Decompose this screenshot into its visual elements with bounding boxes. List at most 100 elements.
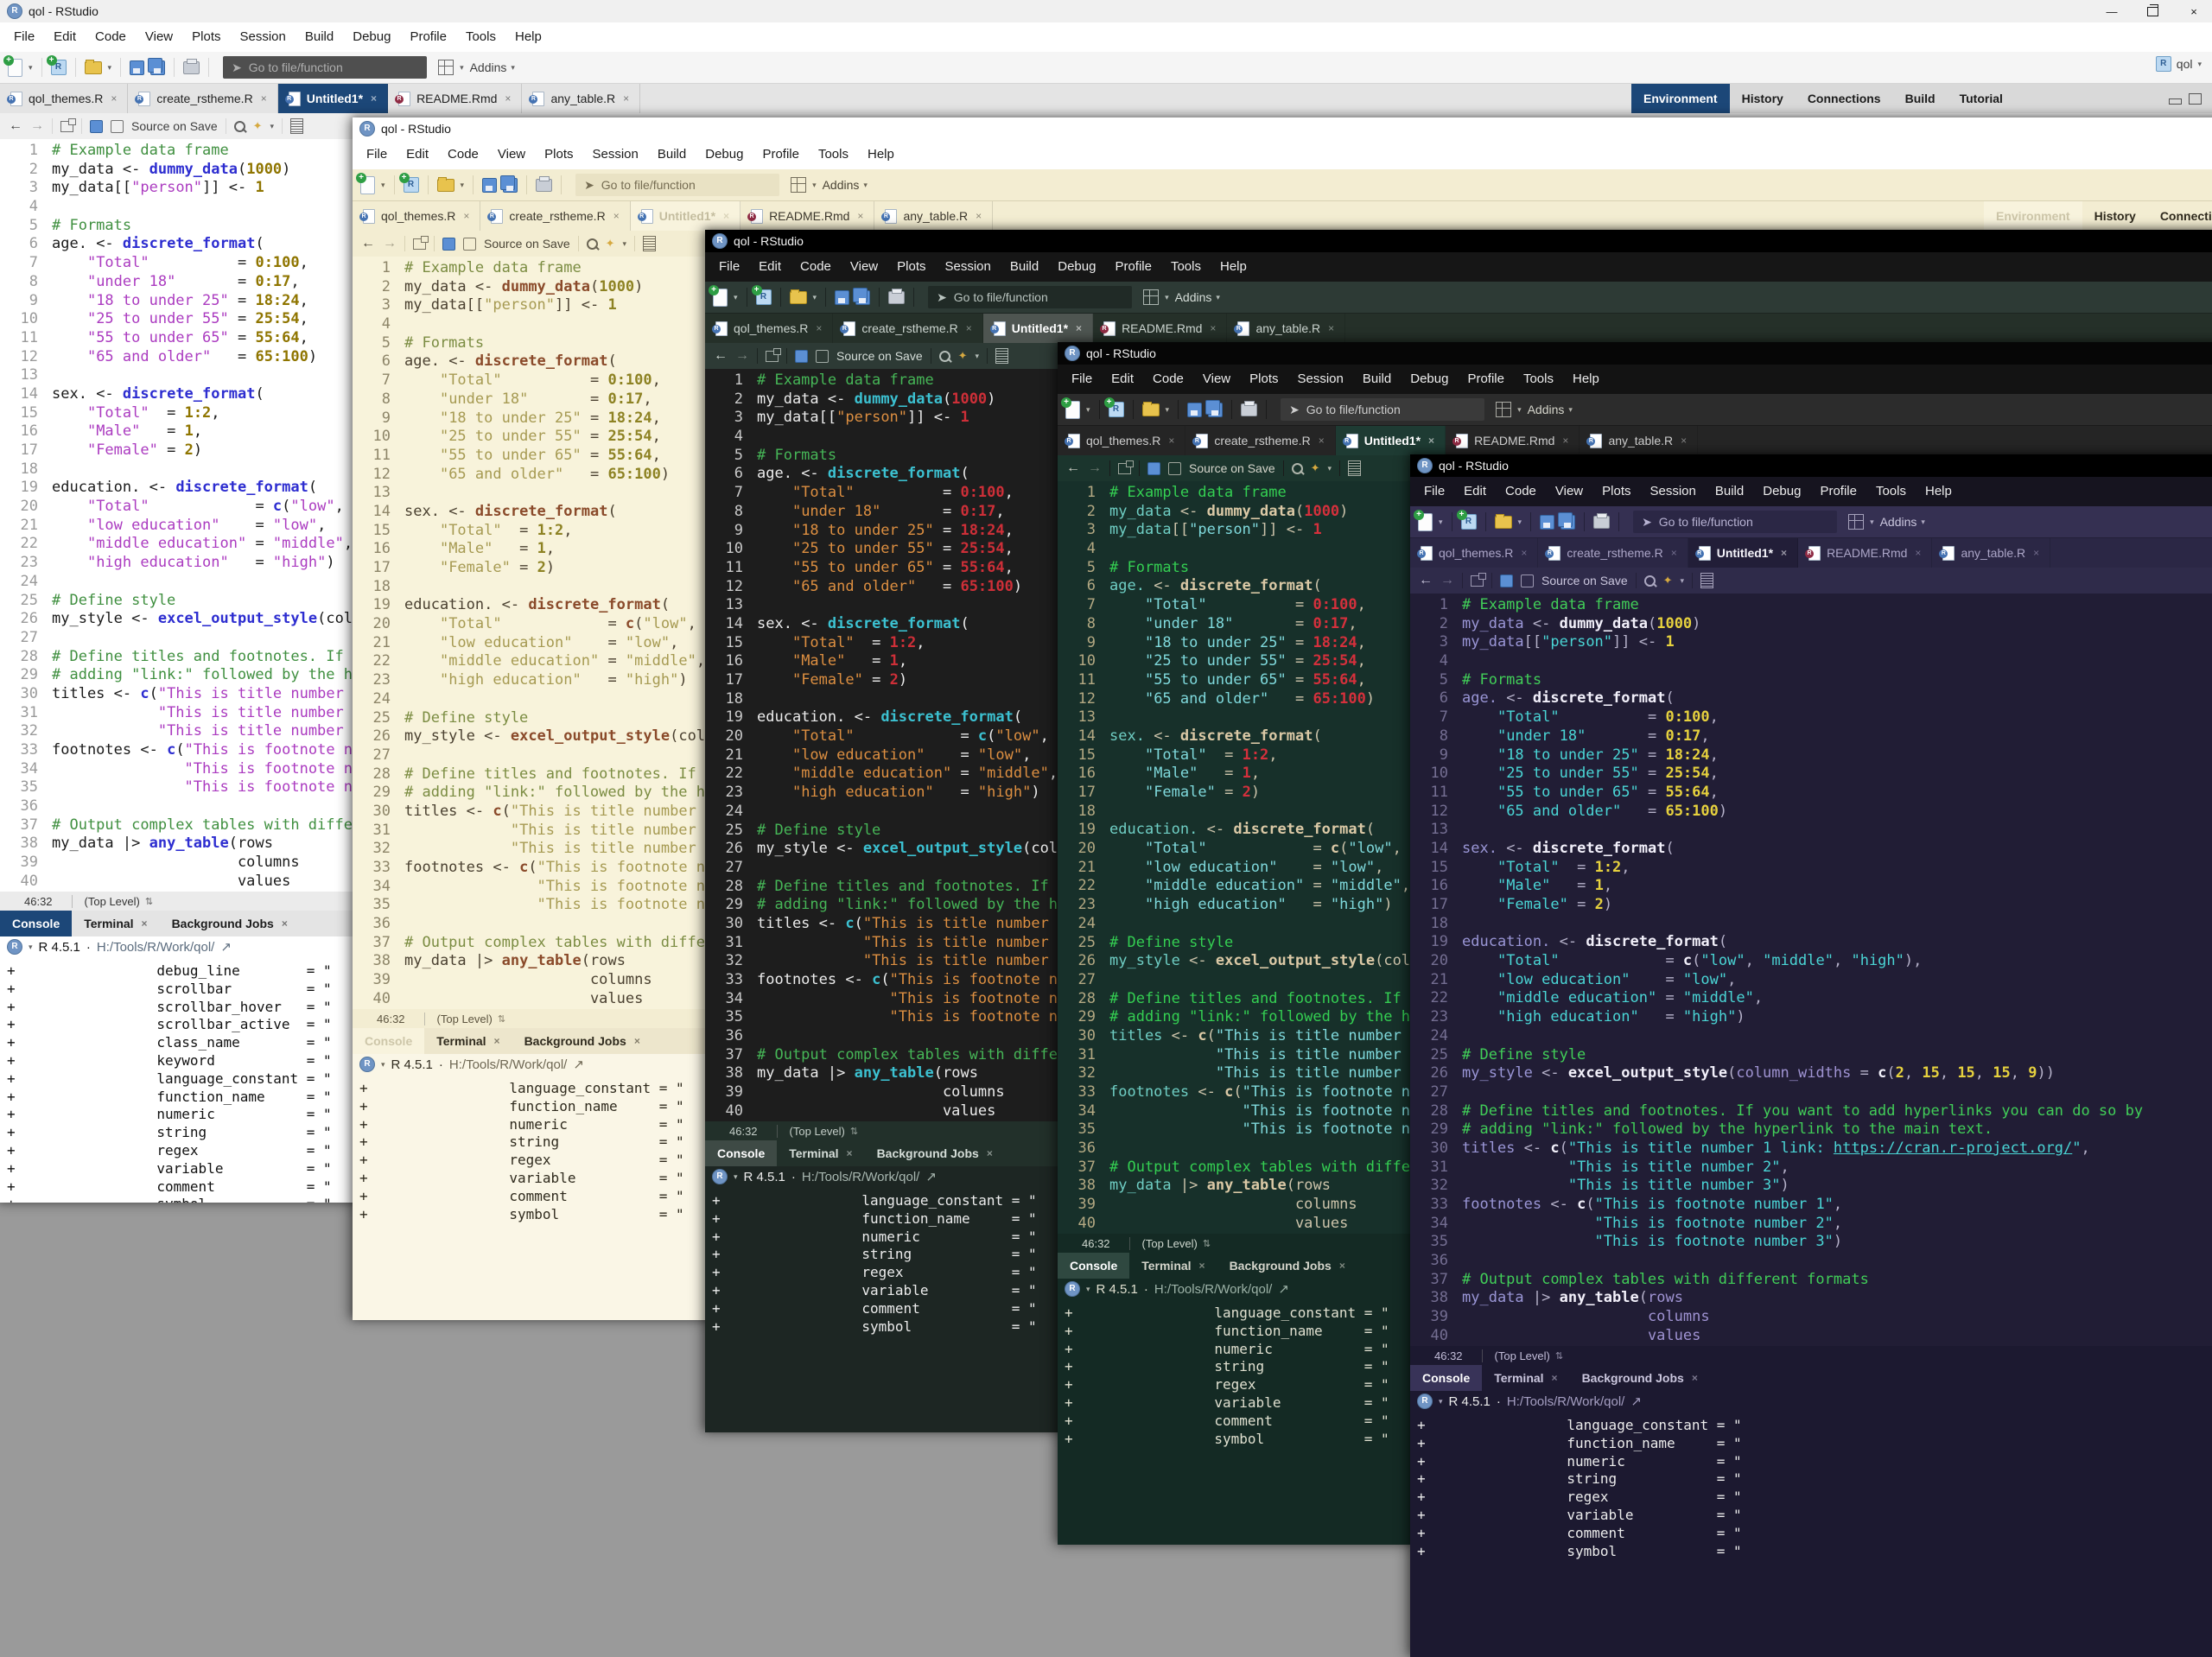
menu-item-debug[interactable]: Debug: [343, 22, 400, 52]
close-icon[interactable]: ×: [1671, 547, 1677, 559]
code-tools-caret-icon[interactable]: ▾: [1681, 576, 1685, 586]
menu-item-profile[interactable]: Profile: [753, 140, 809, 169]
menu-item-plots[interactable]: Plots: [1240, 365, 1287, 394]
close-icon[interactable]: ×: [1552, 1372, 1558, 1384]
code-tools-caret-icon[interactable]: ▾: [1328, 464, 1332, 473]
tab-qol-themes-r[interactable]: Rqol_themes.R×: [353, 201, 480, 231]
compile-notebook-icon[interactable]: [643, 236, 656, 251]
search-icon[interactable]: [587, 238, 598, 250]
pane-layout-caret-icon[interactable]: ▾: [812, 181, 817, 190]
menu-item-edit[interactable]: Edit: [44, 22, 86, 52]
forward-button[interactable]: →: [383, 237, 397, 251]
close-icon[interactable]: ×: [371, 92, 377, 105]
save-all-button[interactable]: [150, 60, 165, 75]
open-in-new-window-button[interactable]: [766, 351, 779, 362]
menu-item-help[interactable]: Help: [505, 22, 551, 52]
tab-create-rstheme-r[interactable]: Rcreate_rstheme.R×: [833, 314, 982, 343]
back-button[interactable]: ←: [9, 119, 22, 133]
tab-qol-themes-r[interactable]: Rqol_themes.R×: [0, 84, 128, 113]
menu-item-build[interactable]: Build: [1706, 477, 1753, 506]
menu-item-help[interactable]: Help: [1211, 252, 1256, 282]
menu-item-view[interactable]: View: [841, 252, 887, 282]
console-tab-background-jobs[interactable]: Background Jobs×: [1217, 1253, 1357, 1279]
menu-item-plots[interactable]: Plots: [535, 140, 582, 169]
save-source-button[interactable]: [90, 120, 103, 133]
menu-item-plots[interactable]: Plots: [182, 22, 230, 52]
addins-dropdown[interactable]: Addins ▾: [1175, 290, 1220, 304]
restore-button[interactable]: [2147, 7, 2158, 16]
menu-item-view[interactable]: View: [1193, 365, 1240, 394]
save-source-button[interactable]: [795, 350, 808, 363]
console-tab-terminal[interactable]: Terminal×: [1129, 1253, 1217, 1279]
code-tools-caret-icon[interactable]: ▾: [270, 122, 275, 131]
save-button[interactable]: [835, 290, 849, 305]
pane-layout-caret-icon[interactable]: ▾: [460, 63, 464, 73]
menu-item-edit[interactable]: Edit: [1102, 365, 1143, 394]
console-tab-console[interactable]: Console: [1410, 1365, 1482, 1391]
menu-item-profile[interactable]: Profile: [1105, 252, 1161, 282]
close-icon[interactable]: ×: [966, 322, 972, 334]
close-icon[interactable]: ×: [1076, 322, 1082, 334]
close-icon[interactable]: ×: [282, 917, 288, 930]
close-icon[interactable]: ×: [1562, 435, 1568, 447]
menu-item-session[interactable]: Session: [231, 22, 296, 52]
goto-file-input[interactable]: ➤ Go to file/function: [1281, 398, 1484, 421]
pane-tab-history[interactable]: History: [2082, 201, 2148, 231]
addins-dropdown[interactable]: Addins ▾: [823, 178, 868, 192]
console-tab-console[interactable]: Console: [1058, 1253, 1129, 1279]
close-button[interactable]: ×: [2188, 5, 2200, 18]
close-icon[interactable]: ×: [857, 210, 863, 222]
new-file-caret-icon[interactable]: ▾: [1439, 517, 1443, 527]
close-icon[interactable]: ×: [1521, 547, 1527, 559]
code-tools-wand-icon[interactable]: ✦: [606, 237, 615, 251]
project-menu-button[interactable]: R qol ▾: [2156, 56, 2202, 72]
source-on-save-checkbox[interactable]: [1521, 575, 1534, 587]
close-icon[interactable]: ×: [1692, 1372, 1698, 1384]
menu-item-file[interactable]: File: [4, 22, 44, 52]
menu-item-build[interactable]: Build: [648, 140, 696, 169]
close-icon[interactable]: ×: [613, 210, 620, 222]
console-tab-console[interactable]: Console: [353, 1028, 424, 1054]
menu-item-build[interactable]: Build: [1353, 365, 1401, 394]
code-tools-wand-icon[interactable]: ✦: [253, 119, 263, 133]
console-tab-terminal[interactable]: Terminal×: [72, 911, 159, 936]
menu-item-view[interactable]: View: [1546, 477, 1592, 506]
tab-any-table-r[interactable]: Rany_table.R×: [522, 84, 640, 113]
compile-notebook-icon[interactable]: [995, 348, 1008, 364]
new-file-caret-icon[interactable]: ▾: [381, 181, 385, 190]
maximize-pane-icon[interactable]: [2189, 93, 2202, 105]
new-project-button[interactable]: R: [1109, 402, 1124, 417]
menu-item-code[interactable]: Code: [86, 22, 136, 52]
open-in-new-window-button[interactable]: [60, 121, 73, 132]
menu-item-code[interactable]: Code: [1143, 365, 1193, 394]
forward-button[interactable]: →: [735, 349, 749, 363]
pane-layout-button[interactable]: [438, 60, 454, 75]
menu-item-file[interactable]: File: [1062, 365, 1102, 394]
new-project-button[interactable]: R: [51, 60, 67, 75]
open-file-caret-icon[interactable]: ▾: [1518, 517, 1522, 527]
menu-item-debug[interactable]: Debug: [1048, 252, 1105, 282]
menu-item-plots[interactable]: Plots: [887, 252, 935, 282]
print-button[interactable]: [536, 179, 552, 192]
menu-item-profile[interactable]: Profile: [1810, 477, 1866, 506]
open-directory-icon[interactable]: ↗: [220, 939, 232, 955]
forward-button[interactable]: →: [30, 119, 44, 133]
code-editor[interactable]: 1# Example data frame2my_data <- dummy_d…: [1410, 594, 2212, 1346]
close-icon[interactable]: ×: [1681, 435, 1687, 447]
console-tab-terminal[interactable]: Terminal×: [424, 1028, 512, 1054]
open-file-caret-icon[interactable]: ▾: [461, 181, 465, 190]
console-tab-console[interactable]: Console: [705, 1140, 777, 1166]
save-source-button[interactable]: [442, 238, 455, 251]
close-icon[interactable]: ×: [987, 1147, 993, 1159]
close-icon[interactable]: ×: [634, 1035, 640, 1047]
tab-untitled1-[interactable]: RUntitled1*×: [1688, 538, 1798, 568]
window-titlebar[interactable]: R qol - RStudio — ×: [1410, 454, 2212, 477]
menu-item-plots[interactable]: Plots: [1592, 477, 1640, 506]
menu-item-tools[interactable]: Tools: [456, 22, 505, 52]
close-icon[interactable]: ×: [1210, 322, 1216, 334]
code-tools-wand-icon[interactable]: ✦: [958, 349, 968, 363]
menu-item-build[interactable]: Build: [296, 22, 343, 52]
pane-tab-environment[interactable]: Environment: [1984, 201, 2082, 231]
close-icon[interactable]: ×: [1428, 435, 1434, 447]
code-tools-wand-icon[interactable]: ✦: [1663, 574, 1673, 587]
